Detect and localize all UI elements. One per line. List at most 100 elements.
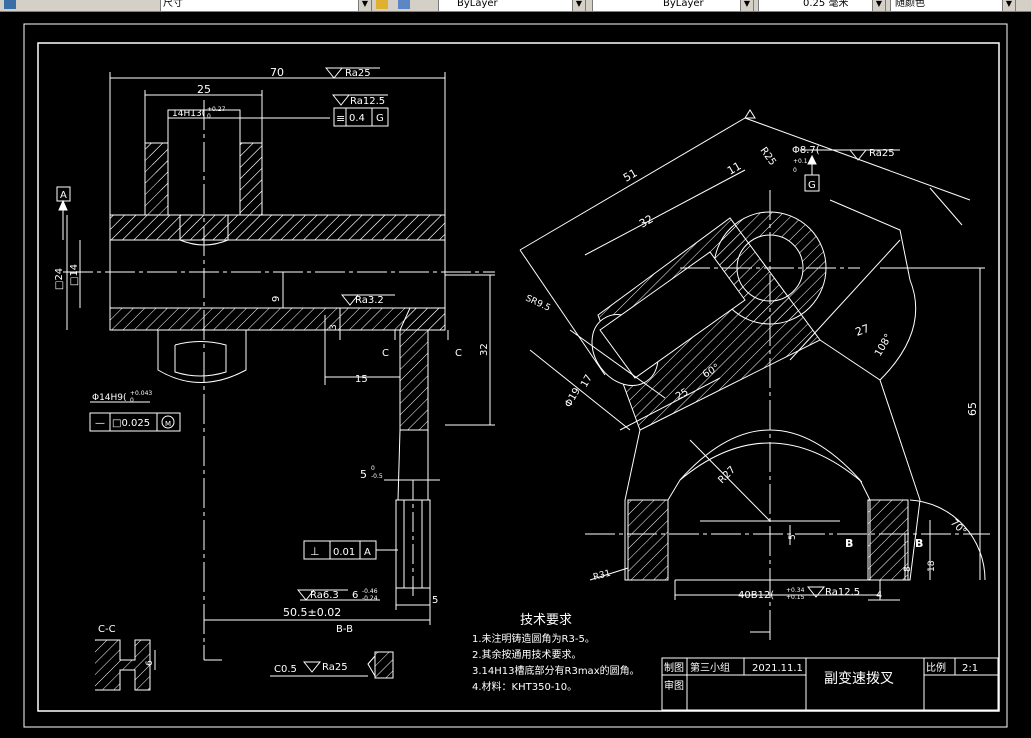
dim-r25: R25 — [758, 145, 778, 167]
scale-value: 2:1 — [962, 663, 978, 674]
dim-5-tol: 0 — [371, 465, 375, 472]
ra125-front: Ra12.5 — [350, 96, 385, 107]
roughness-icon — [331, 94, 351, 106]
chamfer-label: C0.5 — [274, 664, 297, 675]
section-b-left: B — [845, 537, 853, 550]
slot-tol: +0.27 — [207, 106, 226, 113]
part-name: 副变速拨叉 — [824, 671, 894, 687]
drawing-canvas[interactable]: 70 25 Ra25 14H13( +0.27 0 Ra12.5 ≡ 0.4 G… — [0, 11, 1031, 738]
phi87-tol2: 0 — [793, 167, 797, 174]
perp-modifier: M — [165, 420, 171, 428]
ra25-top: Ra25 — [345, 68, 371, 79]
dim-3: 3 — [329, 324, 339, 330]
layer-previous-icon[interactable] — [398, 0, 410, 9]
chamfer-note: C0.5 Ra25 — [270, 651, 394, 679]
dim-50-5: 50.5±0.02 — [283, 606, 341, 619]
datum-g: G — [808, 180, 816, 191]
perp-symbol: — — [95, 418, 105, 429]
ra63: Ra6.3 — [310, 590, 339, 601]
lineweight-value: 0.25 毫米 — [803, 0, 849, 9]
fcf-symbol: ≡ — [336, 112, 345, 125]
note-2: 2.其余按通用技术要求。 — [472, 648, 582, 661]
chevron-down-icon[interactable]: ▼ — [358, 0, 371, 11]
dim-70: 70 — [270, 66, 284, 79]
roughness-icon — [848, 149, 868, 161]
layer-properties-icon[interactable] — [376, 0, 388, 9]
scale-label: 比例 — [926, 661, 946, 674]
roughness-icon — [324, 67, 344, 79]
dim-24: □24 — [54, 268, 65, 290]
ang-108: 108° — [873, 332, 895, 358]
dim-17: 17 — [579, 373, 595, 390]
cc-dim-6: 6 — [145, 660, 155, 666]
roughness-icon — [302, 661, 322, 673]
phi87: Φ8.7( — [792, 145, 820, 156]
dim-r31: R31 — [592, 569, 612, 583]
dim-6: 6 — [352, 590, 358, 601]
dim-r27: R27 — [716, 464, 738, 486]
hole-fit: Φ14H9( — [92, 393, 127, 403]
dim-40: 40B12( — [738, 590, 774, 601]
dim-5b: 5 — [432, 595, 438, 606]
datum-a: A — [60, 190, 67, 201]
side-view — [519, 109, 990, 640]
ra32: Ra3.2 — [355, 295, 384, 306]
chevron-down-icon[interactable]: ▼ — [872, 0, 885, 11]
drawing-date: 2021.11.1 — [752, 663, 803, 674]
dim-4: 4 — [876, 590, 882, 601]
dim-5-tol2: -0.5 — [371, 473, 383, 480]
dim-32: 32 — [479, 343, 490, 356]
dim-15: 15 — [355, 374, 368, 385]
note-3: 3.14H13槽底部分有R3max的圆角。 — [472, 664, 640, 677]
section-c-left: C — [382, 348, 389, 359]
cc-view: C-C 6 — [95, 624, 156, 691]
ang-70: 70° — [948, 517, 968, 537]
slot-fit: 14H13( — [172, 109, 205, 119]
layer-icon[interactable] — [4, 0, 16, 9]
outer-border — [23, 23, 1008, 728]
dim-65: 65 — [966, 402, 979, 416]
dim-5: 5 — [360, 468, 367, 481]
review-label: 审图 — [664, 679, 684, 692]
chevron-down-icon[interactable]: ▼ — [572, 0, 585, 11]
dim-27: 27 — [854, 322, 872, 339]
chamfer-ra: Ra25 — [322, 662, 348, 673]
group-name: 第三小组 — [690, 661, 730, 674]
note-4: 4.材料：KHT350-10。 — [472, 680, 577, 693]
perp2-datum: A — [364, 547, 371, 558]
ra125-side: Ra12.5 — [825, 587, 860, 598]
dim-32-side: 32 — [637, 212, 656, 230]
section-b-right: B — [915, 537, 923, 550]
plotstyle-value: 随颜色 — [895, 0, 925, 9]
color-value: ByLayer — [457, 0, 498, 9]
dim-11: 11 — [725, 159, 744, 177]
dim-14: □14 — [69, 264, 80, 286]
front-view — [56, 72, 495, 661]
phi87-tol: +0.1 — [793, 158, 808, 165]
dim-40-tol2: +0.15 — [786, 594, 805, 601]
dim-25: 25 — [197, 83, 211, 96]
dim-5-side: 5 — [788, 534, 798, 540]
hole-tol-low: 0 — [130, 397, 134, 404]
drawn-label: 制图 — [664, 661, 684, 674]
fcf-datum: G — [376, 113, 384, 124]
dim-40-tol: +0.34 — [786, 587, 805, 594]
dimstyle-value: 尺寸 — [163, 0, 183, 9]
perp2-symbol: ⊥ — [310, 545, 320, 558]
technical-notes: 技术要求 1.未注明铸造圆角为R3-5。 2.其余按通用技术要求。 3.14H1… — [472, 613, 640, 693]
linetype-value: ByLayer — [663, 0, 704, 9]
chevron-down-icon[interactable]: ▼ — [740, 0, 753, 11]
hole-tol: +0.043 — [130, 390, 152, 397]
ra25-side: Ra25 — [869, 148, 895, 159]
dim-9: 9 — [271, 296, 282, 302]
dim-sr: SR9.5 — [524, 294, 552, 314]
slot-tol-low: 0 — [207, 113, 211, 120]
dim-6-tol2: -0.24 — [362, 595, 378, 602]
section-bb-label: B-B — [336, 624, 353, 635]
cc-label: C-C — [98, 624, 116, 635]
chevron-down-icon[interactable]: ▼ — [1002, 0, 1015, 11]
dim-18: 18 — [927, 560, 937, 572]
inner-border — [37, 42, 1000, 712]
fcf-value: 0.4 — [349, 113, 365, 124]
dim-6-tol: -0.46 — [362, 588, 378, 595]
